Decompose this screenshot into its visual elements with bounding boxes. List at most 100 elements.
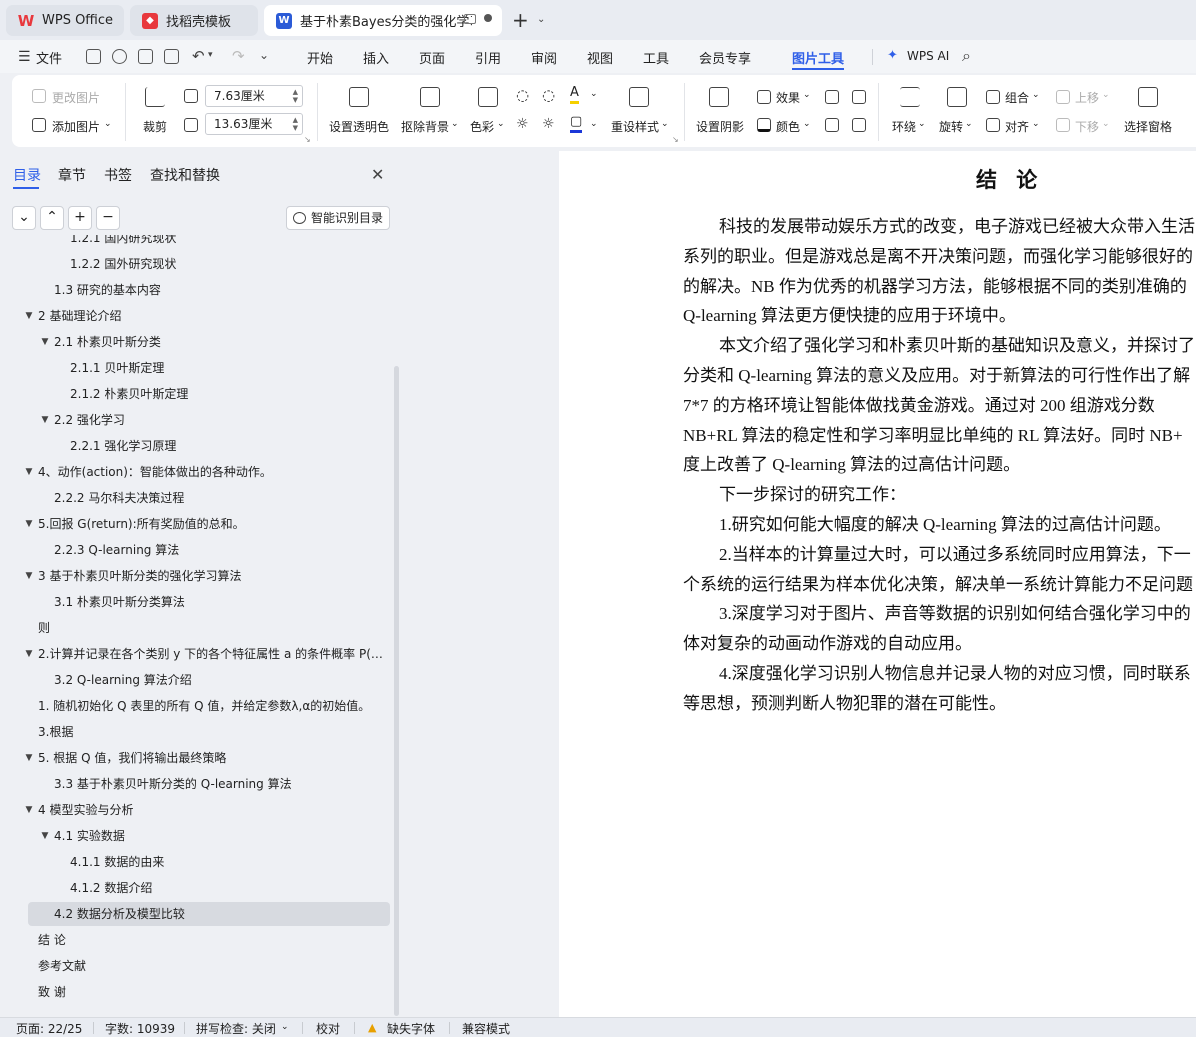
toc-item[interactable]: 3.1 朴素贝叶斯分类算法 — [54, 590, 185, 614]
brightness-up-icon[interactable]: ☼ — [516, 116, 529, 132]
menu-picture-tools[interactable]: 图片工具 — [792, 48, 844, 67]
search-icon[interactable]: ⌕ — [962, 46, 971, 66]
toc-item[interactable]: 2.2.2 马尔科夫决策过程 — [54, 486, 184, 510]
tab-wps-office[interactable]: W WPS Office — [6, 5, 124, 36]
new-tab-plus-icon[interactable]: + — [512, 8, 529, 32]
width-input[interactable]: 7.63厘米 ▲ ▼ — [205, 85, 303, 107]
contrast-icon[interactable]: ◌ — [516, 86, 529, 104]
chevron-down-icon[interactable]: ⌄ — [1102, 119, 1110, 129]
toc-expand-caret-icon[interactable]: ▼ — [24, 649, 34, 659]
toc-expand-caret-icon[interactable]: ▼ — [24, 571, 34, 581]
toc-expand-caret-icon[interactable]: ▼ — [24, 467, 34, 477]
wrap-button[interactable]: 环绕 — [892, 118, 916, 135]
spin-arrows-icon[interactable]: ▲ ▼ — [293, 88, 298, 104]
redo-icon[interactable]: ↷ — [232, 47, 245, 65]
group-button[interactable]: 组合 — [1005, 89, 1029, 106]
shadow-left-icon[interactable] — [825, 118, 839, 132]
tab-bookmarks[interactable]: 书签 — [104, 165, 132, 185]
toc-item[interactable]: 2.2.1 强化学习原理 — [70, 434, 176, 458]
chevron-down-icon[interactable]: ⌄ — [537, 14, 545, 25]
toc-expand-caret-icon[interactable]: ▼ — [40, 415, 50, 425]
menu-reference[interactable]: 引用 — [475, 48, 501, 67]
align-button[interactable]: 对齐 — [1005, 118, 1029, 135]
toc-item[interactable]: 3.2 Q-learning 算法介绍 — [54, 668, 192, 692]
toc-item[interactable]: 1.3 研究的基本内容 — [54, 278, 161, 302]
tab-toc[interactable]: 目录 — [13, 165, 41, 185]
toc-item[interactable]: 4 模型实验与分析 — [38, 798, 133, 822]
chevron-down-icon[interactable]: ⌄ — [803, 119, 811, 129]
toc-expand-caret-icon[interactable]: ▼ — [24, 753, 34, 763]
menu-page[interactable]: 页面 — [419, 48, 445, 67]
monitor-icon[interactable] — [464, 14, 476, 24]
toc-item[interactable]: 参考文献 — [38, 954, 86, 978]
shadow-right-icon[interactable] — [852, 118, 866, 132]
menu-member[interactable]: 会员专享 — [699, 48, 751, 67]
toc-expand-caret-icon[interactable]: ▼ — [40, 337, 50, 347]
toc-item[interactable]: 2.1.1 贝叶斯定理 — [70, 356, 164, 380]
toc-item[interactable]: 3.根据 — [38, 720, 73, 744]
chevron-down-icon[interactable]: ⌄ — [1102, 90, 1110, 100]
chevron-down-icon[interactable]: ⌄ — [104, 119, 112, 129]
toc-item[interactable]: 1. 随机初始化 Q 表里的所有 Q 值，并给定参数λ,α的初始值。 — [38, 694, 370, 718]
toc-item[interactable]: 2.计算并记录在各个类别 y 下的各个特征属性 a 的条件概率 P(a|y) — [38, 642, 385, 666]
crop-button[interactable]: 裁剪 — [143, 118, 167, 135]
height-input[interactable]: 13.63厘米 ▲ ▼ — [205, 113, 303, 135]
word-count[interactable]: 字数: 10939 — [105, 1020, 175, 1037]
chevron-down-icon[interactable]: ⌄ — [803, 90, 811, 100]
add-image-button[interactable]: 添加图片 — [52, 118, 100, 135]
spell-check[interactable]: 拼写检查: 关闭 — [196, 1020, 276, 1037]
toc-expand-caret-icon[interactable]: ▼ — [40, 831, 50, 841]
toc-item[interactable]: 4.1 实验数据 — [54, 824, 125, 848]
chevron-down-icon[interactable]: ⌄ — [918, 119, 926, 129]
page-count[interactable]: 页面: 22/25 — [16, 1020, 82, 1037]
toc-item[interactable]: 结 论 — [38, 928, 66, 952]
chevron-down-icon[interactable]: ⌄ — [281, 1022, 289, 1032]
chevron-down-icon[interactable]: ⌄ — [661, 119, 669, 129]
chevron-down-icon[interactable]: ⌄ — [1032, 90, 1040, 100]
toc-item[interactable]: 3.3 基于朴素贝叶斯分类的 Q-learning 算法 — [54, 772, 292, 796]
toc-item[interactable]: 3 基于朴素贝叶斯分类的强化学习算法 — [38, 564, 241, 588]
menu-file[interactable]: 文件 — [36, 48, 62, 67]
toc-item[interactable]: 2.2.3 Q-learning 算法 — [54, 538, 179, 562]
close-icon[interactable]: ✕ — [371, 165, 384, 184]
toc-item[interactable]: 5. 根据 Q 值，我们将输出最终策略 — [38, 746, 226, 770]
toc-item[interactable]: 2.1 朴素贝叶斯分类 — [54, 330, 161, 354]
menu-tools[interactable]: 工具 — [643, 48, 669, 67]
change-image-button[interactable]: 更改图片 — [52, 89, 100, 106]
toc-expand-caret-icon[interactable]: ▼ — [24, 311, 34, 321]
selection-pane-button[interactable]: 选择窗格 — [1124, 118, 1172, 135]
spin-arrows-icon[interactable]: ▲ ▼ — [293, 116, 298, 132]
toc-item[interactable]: 4.1.2 数据介绍 — [70, 876, 152, 900]
add-heading-button[interactable]: + — [68, 206, 92, 230]
color-effect-button[interactable]: 色彩 — [470, 118, 494, 135]
toc-item[interactable]: 2.1.2 朴素贝叶斯定理 — [70, 382, 188, 406]
tab-document[interactable]: W 基于朴素Bayes分类的强化学习 — [264, 5, 502, 36]
share-icon[interactable] — [112, 49, 127, 64]
color-button[interactable]: 颜色 — [776, 118, 800, 135]
toc-item[interactable]: 致 谢 — [38, 980, 66, 1004]
toc-item[interactable]: 2.2 强化学习 — [54, 408, 125, 432]
brightness-down-icon[interactable]: ☼ — [542, 116, 555, 132]
chevron-down-icon[interactable]: ⌄ — [497, 119, 505, 129]
scrollbar[interactable] — [394, 366, 399, 1016]
dialog-launcher-icon[interactable]: ↘ — [672, 135, 679, 144]
toc-item[interactable]: 4.1.1 数据的由来 — [70, 850, 164, 874]
remove-heading-button[interactable]: − — [96, 206, 120, 230]
smart-toc-button[interactable]: 智能识别目录 — [286, 206, 390, 230]
more-icon[interactable]: ⌄ — [259, 48, 269, 62]
shadow-down-icon[interactable] — [852, 90, 866, 104]
menu-wps-ai[interactable]: WPS AI — [907, 49, 949, 63]
tab-docer[interactable]: ◆ 找稻壳模板 — [130, 5, 258, 36]
close-tab-icon[interactable] — [484, 14, 492, 22]
set-shadow-button[interactable]: 设置阴影 — [696, 118, 744, 135]
toc-item[interactable]: 则 — [38, 616, 50, 640]
toc-expand-caret-icon[interactable]: ▼ — [24, 519, 34, 529]
missing-font-button[interactable]: 缺失字体 — [387, 1020, 435, 1037]
toc-item[interactable]: 1.2.1 国内研究现状 — [70, 235, 176, 250]
chevron-down-icon[interactable]: ⌄ — [451, 119, 459, 129]
tab-find-replace[interactable]: 查找和替换 — [150, 165, 220, 185]
dialog-launcher-icon[interactable]: ↘ — [304, 135, 311, 144]
document-page[interactable]: 结 论 科技的发展带动娱乐方式的改变，电子游戏已经被大众带入生活 系列的职业。但是… — [559, 151, 1196, 1017]
undo-dropdown-icon[interactable]: ▾ — [208, 50, 213, 60]
effects-button[interactable]: 效果 — [776, 89, 800, 106]
